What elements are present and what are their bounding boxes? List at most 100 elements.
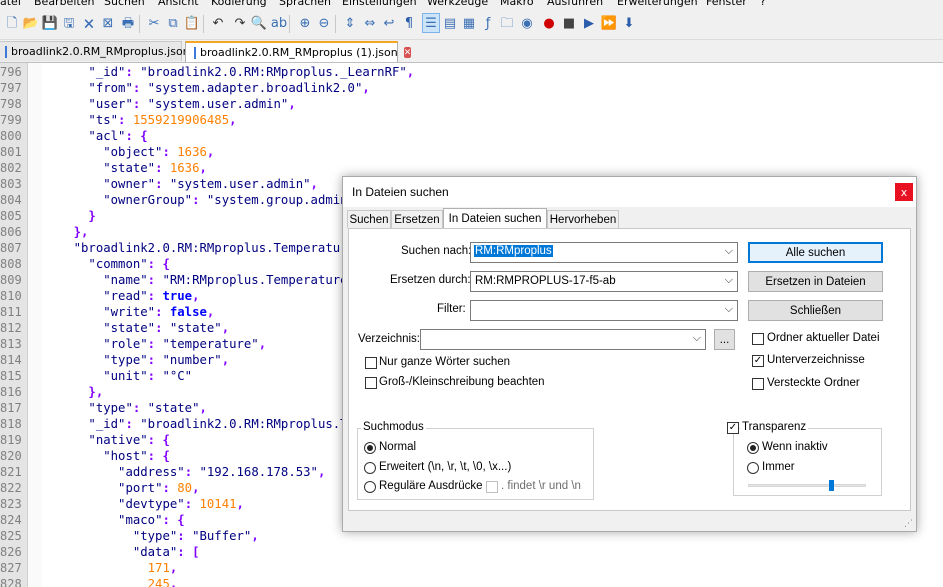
resize-grip-icon[interactable]: ⋰ bbox=[904, 519, 913, 529]
transparency-slider-track[interactable] bbox=[748, 484, 866, 487]
line-number: 824 bbox=[0, 513, 22, 527]
menu-item-8[interactable]: Makro bbox=[500, 0, 534, 8]
hidden-folders-checkbox[interactable] bbox=[752, 378, 764, 390]
transparency-checkbox[interactable]: ✓ bbox=[727, 422, 739, 434]
zoom-in-icon[interactable]: ⊕ bbox=[296, 13, 314, 33]
menu-item-10[interactable]: Erweiterungen bbox=[617, 0, 698, 8]
paste-icon[interactable]: 📋 bbox=[183, 13, 201, 33]
current-folder-checkbox[interactable] bbox=[752, 333, 764, 345]
menu-item-0[interactable]: atei bbox=[0, 0, 21, 8]
tab-search[interactable]: Suchen bbox=[347, 210, 391, 228]
save-all-icon[interactable]: 🖫 bbox=[60, 13, 78, 33]
menu-item-4[interactable]: Kodierung bbox=[211, 0, 267, 8]
code-token: , bbox=[406, 65, 415, 79]
match-case-checkbox[interactable] bbox=[365, 377, 377, 389]
search-input[interactable]: RM:RMproplus ⌵ bbox=[470, 242, 738, 263]
menu-item-1[interactable]: Bearbeiten bbox=[34, 0, 94, 8]
new-file-icon[interactable]: 🗋 bbox=[3, 13, 21, 33]
always-radio[interactable] bbox=[747, 462, 759, 474]
replace-in-files-button[interactable]: Ersetzen in Dateien bbox=[748, 271, 883, 292]
show-all-chars-icon[interactable]: ¶ bbox=[400, 13, 418, 33]
copy-icon[interactable]: ⧉ bbox=[164, 13, 182, 33]
dot-newline-checkbox[interactable] bbox=[486, 481, 498, 493]
line-number: 808 bbox=[0, 257, 22, 271]
code-token: "192.168.178.53" bbox=[199, 465, 318, 479]
tab-file-2[interactable]: broadlink2.0.RM_RMproplus (1).json ✕ bbox=[185, 41, 412, 62]
doc-map-icon[interactable]: ▦ bbox=[460, 13, 478, 33]
undo-icon[interactable]: ↶ bbox=[209, 13, 227, 33]
close-file-icon[interactable]: 🗙 bbox=[80, 13, 98, 33]
always-label: Immer bbox=[762, 461, 795, 473]
subfolders-checkbox[interactable]: ✓ bbox=[752, 355, 764, 367]
subfolders-label: Unterverzeichnisse bbox=[767, 354, 865, 366]
transparency-slider-thumb[interactable] bbox=[828, 480, 834, 491]
whole-word-checkbox[interactable] bbox=[365, 357, 377, 369]
code-token: "temperature" bbox=[162, 337, 259, 351]
extended-mode-radio[interactable] bbox=[364, 462, 376, 474]
record-macro-icon[interactable]: ● bbox=[540, 13, 558, 33]
word-wrap-icon[interactable]: ↩ bbox=[380, 13, 398, 33]
menu-item-6[interactable]: Einstellungen bbox=[342, 0, 417, 8]
tab-file-1[interactable]: broadlink2.0.RM_RMproplus.json ✕ bbox=[0, 41, 204, 61]
code-token: "port" bbox=[118, 481, 163, 495]
tab-find-in-files[interactable]: In Dateien suchen bbox=[443, 208, 547, 229]
directory-input[interactable]: ⌵ bbox=[420, 329, 706, 350]
menu-item-7[interactable]: Werkzeuge bbox=[427, 0, 488, 8]
chevron-down-icon[interactable]: ⌵ bbox=[725, 274, 733, 287]
monitor-icon[interactable]: ◉ bbox=[518, 13, 536, 33]
tab-mark[interactable]: Hervorheben bbox=[547, 210, 619, 228]
chevron-down-icon[interactable]: ⌵ bbox=[725, 245, 733, 258]
chevron-down-icon[interactable]: ⌵ bbox=[693, 332, 701, 345]
play-macro-icon[interactable]: ▶ bbox=[580, 13, 598, 33]
function-list-icon[interactable]: ƒ bbox=[479, 13, 497, 33]
sync-horizontal-icon[interactable]: ⇔ bbox=[361, 13, 379, 33]
cut-icon[interactable]: ✂ bbox=[145, 13, 163, 33]
code-token: "data" bbox=[132, 545, 178, 559]
code-token: 245 bbox=[147, 577, 170, 587]
dot-newline-label: . findet \r und \n bbox=[501, 480, 581, 492]
find-icon[interactable]: 🔍 bbox=[250, 13, 268, 33]
zoom-out-icon[interactable]: ⊖ bbox=[315, 13, 333, 33]
menu-item-3[interactable]: Ansicht bbox=[158, 0, 199, 8]
code-token: , bbox=[206, 145, 215, 159]
folder-workspace-icon[interactable]: 🗀 bbox=[498, 13, 516, 33]
save-macro-icon[interactable]: ⬇ bbox=[620, 13, 638, 33]
filter-input[interactable]: ⌵ bbox=[470, 300, 738, 321]
menu-item-9[interactable]: Ausführen bbox=[547, 0, 603, 8]
user-language-icon[interactable]: ▤ bbox=[441, 13, 459, 33]
close-button[interactable]: Schließen bbox=[748, 300, 883, 321]
line-number: 816 bbox=[0, 385, 22, 399]
menu-item-2[interactable]: Suchen bbox=[104, 0, 145, 8]
stop-record-icon[interactable]: ■ bbox=[560, 13, 578, 33]
run-macro-multiple-icon[interactable]: ⏩ bbox=[600, 13, 618, 33]
dialog-titlebar[interactable]: In Dateien suchen x bbox=[343, 177, 916, 207]
normal-mode-radio[interactable] bbox=[364, 442, 376, 454]
code-token: "°C" bbox=[162, 369, 193, 383]
code-line: "acl": { bbox=[44, 128, 147, 144]
sync-vertical-icon[interactable]: ⇕ bbox=[341, 13, 359, 33]
on-inactive-radio[interactable] bbox=[747, 442, 759, 454]
menu-item-11[interactable]: Fenster bbox=[706, 0, 747, 8]
redo-icon[interactable]: ↷ bbox=[231, 13, 249, 33]
close-icon[interactable]: x bbox=[895, 183, 913, 201]
menu-item-5[interactable]: Sprachen bbox=[279, 0, 331, 8]
regex-mode-label: Reguläre Ausdrücke bbox=[379, 480, 483, 492]
fold-margin[interactable] bbox=[28, 63, 42, 587]
menu-item-12[interactable]: ? bbox=[760, 0, 766, 8]
print-icon[interactable]: 🖶 bbox=[119, 13, 137, 33]
close-all-icon[interactable]: ⊠ bbox=[99, 13, 117, 33]
indent-guide-icon[interactable]: ☰ bbox=[422, 13, 440, 33]
save-icon[interactable]: 💾 bbox=[41, 13, 59, 33]
code-token: : bbox=[155, 321, 170, 335]
close-tab-icon[interactable]: ✕ bbox=[403, 47, 412, 58]
tab-replace[interactable]: Ersetzen bbox=[391, 210, 443, 228]
chevron-down-icon[interactable]: ⌵ bbox=[725, 303, 733, 316]
browse-button[interactable]: ... bbox=[714, 329, 735, 350]
find-all-button[interactable]: Alle suchen bbox=[748, 242, 883, 263]
code-token: , bbox=[199, 161, 207, 175]
replace-icon[interactable]: ab bbox=[270, 13, 288, 33]
open-file-icon[interactable]: 📂 bbox=[22, 13, 40, 33]
replace-input[interactable]: RM:RMPROPLUS-17-f5-ab ⌵ bbox=[470, 271, 738, 292]
regex-mode-radio[interactable] bbox=[364, 481, 376, 493]
code-token: : [ bbox=[177, 545, 200, 559]
